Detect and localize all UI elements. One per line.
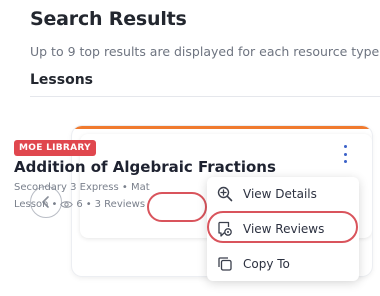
lesson-title[interactable]: Addition of Algebraic Fractions	[14, 158, 276, 176]
page-subtitle: Up to 9 top results are displayed for ea…	[30, 44, 380, 59]
view-reviews-highlight-ring	[207, 211, 358, 243]
meta-separator: •	[51, 199, 58, 210]
menu-item-label: Copy To	[243, 257, 290, 271]
lesson-meta: Lesson • 6 • 3 Reviews	[14, 199, 145, 210]
lesson-type: Lesson	[14, 199, 49, 210]
view-count: 6	[76, 199, 83, 210]
lesson-level-subject: Secondary 3 Express • Mat	[14, 182, 150, 193]
page-title: Search Results	[30, 8, 187, 30]
menu-item-copy-to[interactable]: Copy To	[217, 251, 353, 277]
search-plus-icon	[217, 186, 233, 202]
meta-separator: •	[85, 199, 92, 210]
copy-icon	[218, 257, 232, 271]
card-accent-bar	[72, 126, 372, 129]
section-heading-lessons: Lessons	[30, 72, 93, 88]
library-badge: MOE LIBRARY	[14, 140, 96, 156]
section-divider	[30, 96, 380, 97]
more-options-icon[interactable]	[340, 145, 350, 163]
menu-item-label: View Details	[243, 187, 317, 201]
reviews-highlight-ring	[147, 192, 207, 222]
review-count[interactable]: 3 Reviews	[95, 199, 145, 210]
menu-item-view-details[interactable]: View Details	[217, 181, 353, 207]
eye-icon	[60, 201, 74, 208]
